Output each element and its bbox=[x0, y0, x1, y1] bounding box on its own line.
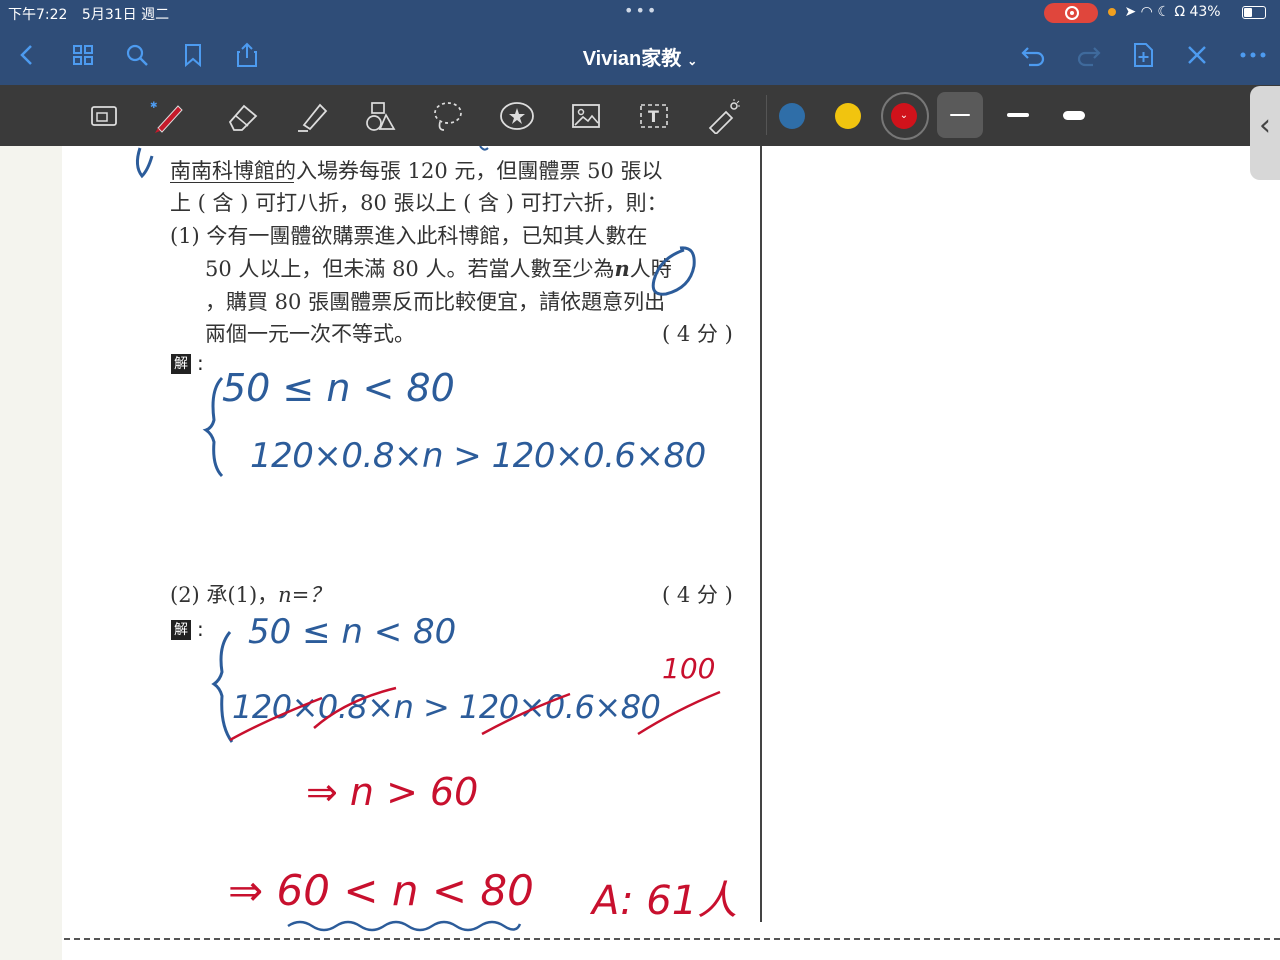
page-break-dashed-line bbox=[64, 938, 1280, 940]
answer1-line1: 50 ≤ n < 80 bbox=[222, 366, 455, 410]
status-date: 5月31日 週二 bbox=[81, 7, 170, 23]
screen-record-indicator[interactable] bbox=[1044, 3, 1098, 23]
headphones-icon: Ω bbox=[1174, 4, 1186, 20]
battery-percent: 43% bbox=[1189, 4, 1221, 20]
nav-bar: Vivian家教 ⌄ bbox=[0, 26, 1280, 85]
answer2-result: ⇒ n > 60 bbox=[306, 770, 479, 814]
pen-icon[interactable]: ✱ bbox=[150, 98, 186, 134]
answer2-line1: 50 ≤ n < 80 bbox=[248, 612, 457, 652]
multitask-dots-icon[interactable]: ••• bbox=[624, 1, 658, 20]
shapes-icon[interactable] bbox=[362, 98, 398, 134]
eraser-icon[interactable] bbox=[224, 98, 260, 134]
wifi-icon: ◠ bbox=[1140, 4, 1153, 20]
svg-text:✱: ✱ bbox=[150, 101, 158, 111]
laser-pointer-icon[interactable] bbox=[704, 98, 740, 134]
problem-intro-line2: 上 ( 含 ) 可打八折，80 張以上 ( 含 ) 可打六折，則： bbox=[170, 191, 668, 215]
sticker-icon[interactable] bbox=[498, 98, 534, 134]
part1-score: ( 4 分 ) bbox=[662, 322, 733, 346]
color-yellow-swatch[interactable] bbox=[835, 103, 861, 129]
lasso-icon[interactable] bbox=[430, 98, 466, 134]
color-blue-swatch[interactable] bbox=[779, 103, 805, 129]
drawing-toolbar: ✱ T ⌄ bbox=[0, 85, 1280, 146]
column-divider bbox=[760, 146, 762, 922]
redo-icon[interactable] bbox=[1074, 40, 1104, 70]
thick-line-option[interactable] bbox=[1063, 111, 1085, 120]
status-time: 下午7:22 bbox=[8, 7, 68, 23]
highlighter-icon[interactable] bbox=[294, 98, 330, 134]
solution-badge-1: 解 bbox=[171, 354, 191, 374]
moon-icon: ☾ bbox=[1157, 4, 1170, 20]
more-icon[interactable] bbox=[1238, 40, 1268, 70]
sidebar-toggle-tab[interactable]: ‹ bbox=[1250, 86, 1280, 180]
answer2-range: ⇒ 60 < n < 80 bbox=[228, 866, 534, 915]
chevron-down-icon: ⌄ bbox=[899, 110, 909, 121]
part1-line4: 兩個一元一次不等式。 bbox=[205, 322, 415, 346]
toolbar-divider bbox=[766, 95, 767, 135]
solution-colon-2: : bbox=[197, 617, 204, 641]
medium-line-option[interactable] bbox=[1007, 113, 1029, 117]
color-red-swatch[interactable]: ⌄ bbox=[891, 103, 917, 129]
close-icon[interactable] bbox=[1182, 40, 1212, 70]
ink-circle-n bbox=[651, 246, 696, 296]
privacy-dot-icon bbox=[1108, 8, 1116, 16]
part1-line2: 50 人以上，但未滿 80 人。若當人數至少為n人時 bbox=[205, 256, 672, 281]
part1-line3: ，購買 80 張團體票反而比較便宜，請依題意列出 bbox=[205, 290, 666, 314]
solution-badge-2: 解 bbox=[171, 620, 191, 640]
thin-line-option[interactable] bbox=[950, 114, 970, 116]
final-answer: A: 61人 bbox=[592, 878, 738, 924]
undo-icon[interactable] bbox=[1018, 40, 1048, 70]
answer1-line2: 120×0.8×n > 120×0.6×80 bbox=[250, 436, 706, 476]
page-left-margin bbox=[0, 146, 62, 960]
text-box-icon[interactable]: T bbox=[636, 98, 672, 134]
add-page-icon[interactable] bbox=[1128, 40, 1158, 70]
image-icon[interactable] bbox=[568, 98, 604, 134]
part2-score: ( 4 分 ) bbox=[662, 583, 733, 607]
part2-line: (2) 承(1)，n=？ bbox=[170, 583, 331, 607]
underline bbox=[170, 182, 294, 183]
svg-text:T: T bbox=[648, 107, 659, 126]
ink-cancel-strokes bbox=[229, 686, 721, 742]
battery-icon bbox=[1242, 6, 1266, 19]
part1-line1: (1) 今有一團體欲購票進入此科博館，已知其人數在 bbox=[170, 224, 648, 248]
ink-wavy-underline bbox=[287, 920, 522, 932]
zoom-window-icon[interactable] bbox=[86, 98, 122, 134]
status-bar: 下午7:22 5月31日 週二 ••• ➤ ◠ ☾ Ω 43% bbox=[0, 0, 1280, 26]
location-icon: ➤ bbox=[1124, 4, 1137, 20]
problem-intro-line1: 南南科博館的入場券每張 120 元，但團體票 50 張以 bbox=[170, 159, 663, 183]
